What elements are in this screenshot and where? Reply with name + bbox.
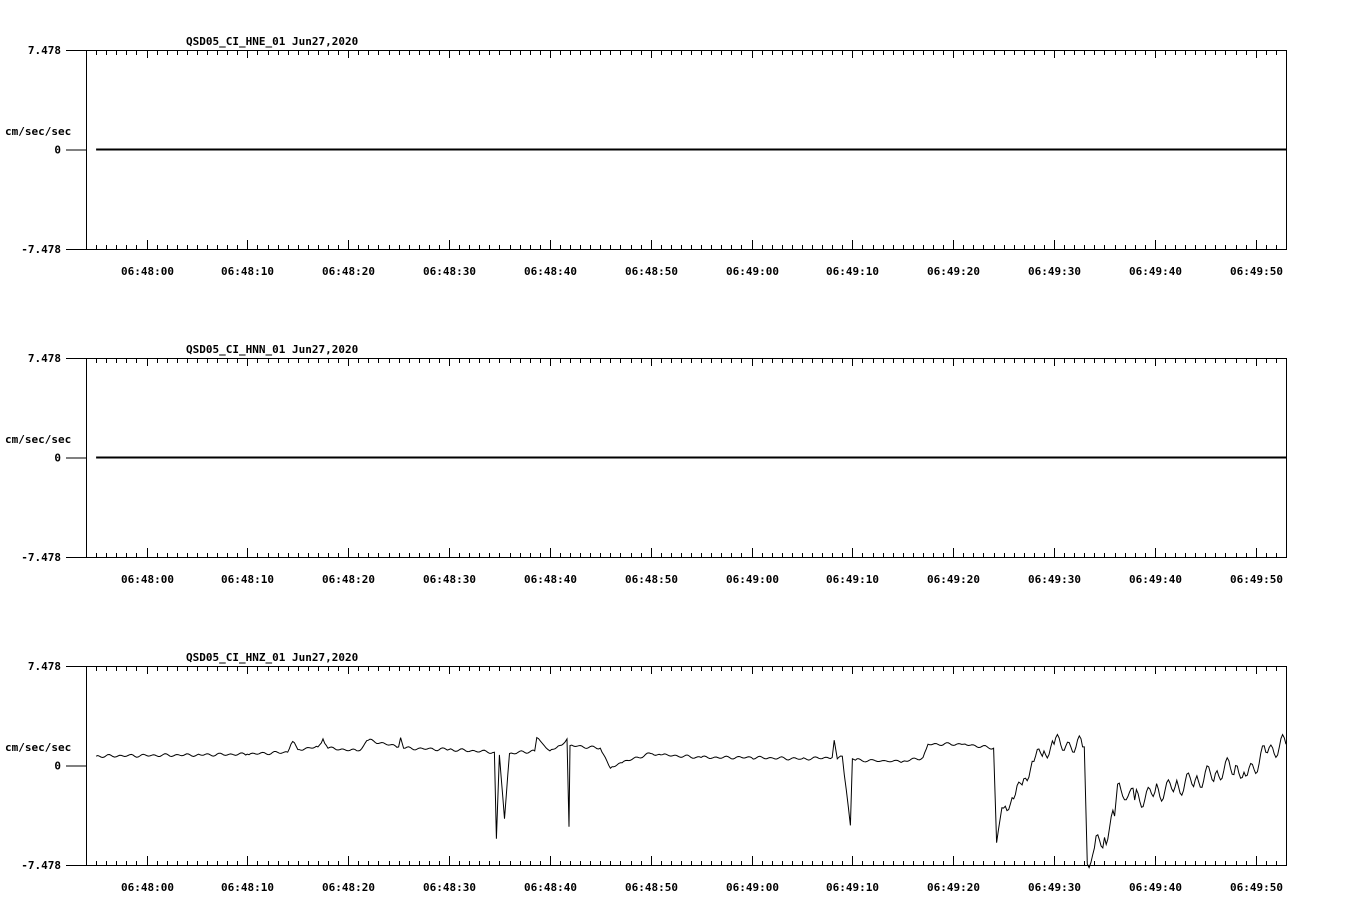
x-tick-label: 06:49:00 bbox=[726, 265, 779, 278]
x-tick-label: 06:48:20 bbox=[322, 573, 375, 586]
x-tick-label: 06:48:00 bbox=[121, 573, 174, 586]
seismogram-panel-2: QSD05_CI_HNN_01 Jun27,2020 cm/sec/sec 7.47… bbox=[5, 343, 1287, 586]
x-tick-label: 06:49:40 bbox=[1129, 265, 1182, 278]
x-tick-label: 06:49:20 bbox=[927, 573, 980, 586]
x-tick-label: 06:48:00 bbox=[121, 881, 174, 894]
y-axis-label: cm/sec/sec bbox=[5, 433, 71, 446]
y-tick-label: 7.478 bbox=[28, 352, 61, 365]
waveform-line bbox=[95, 733, 1287, 869]
seismogram-panel-1: QSD05_CI_HNE_01 Jun27,2020 cm/sec/sec 7.47… bbox=[5, 35, 1287, 278]
seismogram-panel-3: QSD05_CI_HNZ_01 Jun27,2020 cm/sec/sec 7.47… bbox=[5, 651, 1287, 894]
x-tick-label: 06:49:20 bbox=[927, 881, 980, 894]
panel-title: QSD05_CI_HNZ_01 Jun27,2020 bbox=[186, 651, 358, 664]
y-axis-label: cm/sec/sec bbox=[5, 125, 71, 138]
x-tick-label: 06:49:30 bbox=[1028, 265, 1081, 278]
x-tick-label: 06:49:30 bbox=[1028, 573, 1081, 586]
x-tick-label: 06:49:10 bbox=[826, 265, 879, 278]
y-axis-label: cm/sec/sec bbox=[5, 741, 71, 754]
x-tick-label: 06:49:50 bbox=[1230, 573, 1283, 586]
x-tick-label: 06:48:50 bbox=[625, 881, 678, 894]
x-tick-label: 06:48:30 bbox=[423, 573, 476, 586]
x-tick-label: 06:48:20 bbox=[322, 881, 375, 894]
x-tick-label: 06:48:10 bbox=[221, 265, 274, 278]
y-tick-label: 0 bbox=[54, 144, 61, 157]
x-tick-label: 06:48:40 bbox=[524, 265, 577, 278]
x-tick-label: 06:48:40 bbox=[524, 881, 577, 894]
y-tick-label: 7.478 bbox=[28, 660, 61, 673]
x-tick-label: 06:48:20 bbox=[322, 265, 375, 278]
x-tick-label: 06:49:50 bbox=[1230, 881, 1283, 894]
y-tick-label: 0 bbox=[54, 452, 61, 465]
x-tick-label: 06:48:40 bbox=[524, 573, 577, 586]
x-tick-label: 06:48:10 bbox=[221, 573, 274, 586]
x-tick-label: 06:49:10 bbox=[826, 881, 879, 894]
x-tick-label: 06:48:00 bbox=[121, 265, 174, 278]
panel-title: QSD05_CI_HNE_01 Jun27,2020 bbox=[186, 35, 358, 48]
y-tick-label: -7.478 bbox=[21, 243, 61, 256]
y-tick-label: 0 bbox=[54, 760, 61, 773]
x-tick-label: 06:49:00 bbox=[726, 573, 779, 586]
x-tick-label: 06:48:50 bbox=[625, 573, 678, 586]
x-tick-label: 06:49:20 bbox=[927, 265, 980, 278]
x-tick-label: 06:48:30 bbox=[423, 265, 476, 278]
x-tick-label: 06:49:50 bbox=[1230, 265, 1283, 278]
x-tick-label: 06:49:10 bbox=[826, 573, 879, 586]
plot-frame bbox=[86, 666, 1287, 866]
x-tick-label: 06:48:10 bbox=[221, 881, 274, 894]
y-tick-label: 7.478 bbox=[28, 44, 61, 57]
panel-title: QSD05_CI_HNN_01 Jun27,2020 bbox=[186, 343, 358, 356]
x-tick-label: 06:49:40 bbox=[1129, 573, 1182, 586]
x-tick-label: 06:49:30 bbox=[1028, 881, 1081, 894]
y-tick-label: -7.478 bbox=[21, 859, 61, 872]
seismogram-figure: QSD05_CI_HNE_01 Jun27,2020 cm/sec/sec 7.47… bbox=[5, 35, 1287, 894]
x-tick-label: 06:48:30 bbox=[423, 881, 476, 894]
x-tick-label: 06:49:40 bbox=[1129, 881, 1182, 894]
x-tick-label: 06:48:50 bbox=[625, 265, 678, 278]
y-tick-label: -7.478 bbox=[21, 551, 61, 564]
x-tick-label: 06:49:00 bbox=[726, 881, 779, 894]
